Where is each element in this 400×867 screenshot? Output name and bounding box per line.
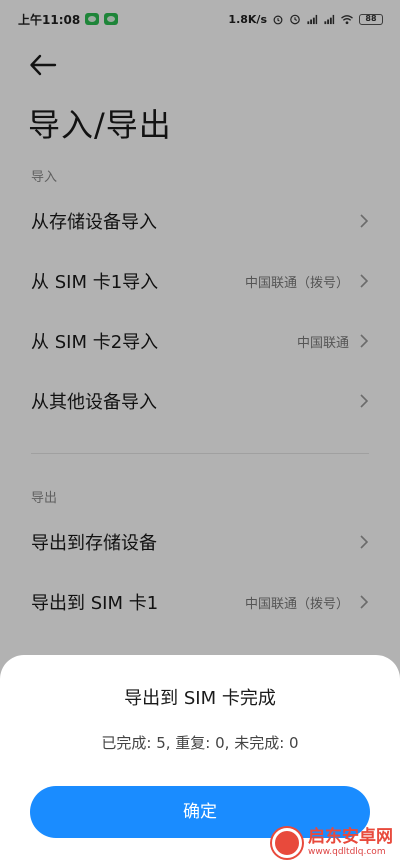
watermark: 启东安卓网 www.qdltdlq.com — [268, 818, 400, 867]
watermark-logo-icon — [272, 827, 302, 858]
watermark-text: 启东安卓网 www.qdltdlq.com — [308, 827, 393, 858]
watermark-url: www.qdltdlq.com — [308, 847, 386, 857]
dialog-title: 导出到 SIM 卡完成 — [124, 688, 276, 709]
watermark-name: 启东安卓网 — [308, 827, 393, 847]
screen: 上午11:08 1.8K/s 88 导入/导出 导入 从存储设备导入 从 SIM… — [0, 0, 400, 867]
dialog-message: 已完成: 5, 重复: 0, 未完成: 0 — [101, 734, 299, 752]
